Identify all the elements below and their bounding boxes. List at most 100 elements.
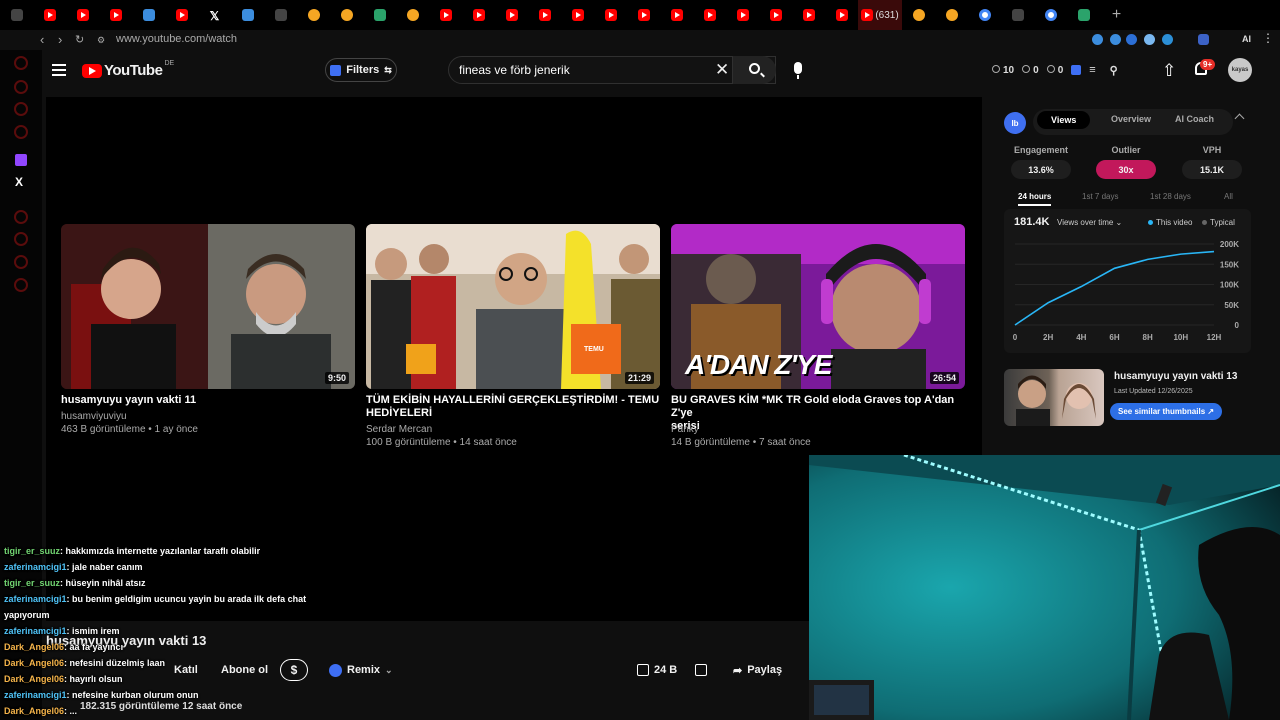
browser-tab[interactable] — [1001, 0, 1034, 30]
video-title[interactable]: TÜM EKİBİN HAYALLERİNİ GERÇEKLEŞTİRDİM! … — [366, 394, 660, 420]
like-button[interactable]: 24 B — [637, 659, 677, 681]
video-title[interactable]: BU GRAVES KİM *MK TR Gold eloda Graves t… — [671, 394, 965, 433]
counter-a[interactable]: 10 — [992, 64, 1014, 76]
browser-tab[interactable] — [165, 0, 198, 30]
video-thumbnail[interactable]: TEMU 21:29 — [366, 224, 660, 389]
share-button[interactable]: ➦ Paylaş — [733, 659, 782, 681]
browser-tab[interactable] — [297, 0, 330, 30]
join-button[interactable]: Katıl — [174, 659, 198, 681]
menu-icon[interactable] — [52, 64, 66, 76]
sidebar-app-icon[interactable] — [14, 255, 28, 269]
counter-c[interactable]: 0 — [1046, 64, 1063, 76]
browser-tab[interactable] — [1067, 0, 1100, 30]
browser-menu-icon[interactable]: ⋮ — [1262, 31, 1274, 45]
new-tab-button[interactable]: + — [1100, 0, 1133, 30]
url-text[interactable]: www.youtube.com/watch — [116, 33, 237, 45]
subscribe-button[interactable]: Abone ol — [221, 659, 268, 681]
video-thumbnail[interactable]: 9:50 — [61, 224, 355, 389]
range-7-days[interactable]: 1st 7 days — [1082, 192, 1118, 201]
search-button[interactable] — [732, 56, 776, 84]
tab-overview[interactable]: Overview — [1111, 114, 1151, 124]
browser-tab[interactable] — [264, 0, 297, 30]
browser-tab[interactable] — [759, 0, 792, 30]
super-thanks-button[interactable]: $ — [280, 659, 308, 681]
video-thumbnail[interactable]: A'DAN Z'YE 26:54 — [671, 224, 965, 389]
video-channel[interactable]: Serdar Mercan — [366, 424, 432, 435]
sidebar-app-icon[interactable] — [14, 80, 28, 94]
browser-tab[interactable]: (631) — [858, 0, 902, 30]
browser-tab[interactable] — [330, 0, 363, 30]
sidebar-app-icon[interactable] — [14, 278, 28, 292]
browser-tab[interactable] — [462, 0, 495, 30]
browser-tab[interactable] — [528, 0, 561, 30]
forward-icon[interactable]: › — [58, 32, 62, 47]
search-input[interactable] — [449, 57, 709, 83]
browser-tab[interactable] — [968, 0, 1001, 30]
site-info-icon[interactable]: ⚙ — [97, 35, 105, 46]
sidebar-app-icon[interactable] — [14, 102, 28, 116]
remix-button[interactable]: Remix ⌄ — [329, 659, 393, 681]
browser-tab[interactable] — [363, 0, 396, 30]
dislike-button[interactable] — [695, 659, 707, 681]
window-menu-icon[interactable] — [0, 0, 33, 30]
upload-icon[interactable]: ⇧ — [1162, 61, 1176, 81]
sidebar-app-icon[interactable] — [14, 210, 28, 224]
browser-tab[interactable] — [1034, 0, 1067, 30]
x-icon[interactable]: X — [15, 175, 23, 189]
browser-tab[interactable] — [693, 0, 726, 30]
extension-icon[interactable] — [1126, 34, 1137, 45]
browser-tab[interactable] — [429, 0, 462, 30]
extension-icon[interactable] — [1071, 65, 1082, 75]
twitch-icon[interactable] — [15, 154, 27, 166]
browser-tab[interactable] — [66, 0, 99, 30]
similar-thumbnail[interactable] — [1004, 369, 1104, 426]
tab-views[interactable]: Views — [1037, 111, 1091, 129]
browser-tab[interactable] — [660, 0, 693, 30]
browser-tab[interactable] — [627, 0, 660, 30]
browser-tab[interactable] — [99, 0, 132, 30]
browser-tab[interactable] — [825, 0, 858, 30]
range-28-days[interactable]: 1st 28 days — [1150, 192, 1191, 201]
browser-tab[interactable] — [594, 0, 627, 30]
browser-tab[interactable] — [726, 0, 759, 30]
back-icon[interactable]: ‹ — [40, 32, 44, 47]
video-title[interactable]: husamyuyu yayın vakti 11 — [61, 394, 355, 407]
browser-tab[interactable] — [495, 0, 528, 30]
similar-title[interactable]: husamyuyu yayın vakti 13 — [1114, 371, 1237, 382]
counter-b[interactable]: 0 — [1022, 64, 1039, 76]
tab-ai-coach[interactable]: AI Coach — [1175, 114, 1214, 124]
extension-icon[interactable] — [1092, 34, 1103, 45]
range-24-hours[interactable]: 24 hours — [1018, 192, 1052, 206]
youtube-logo[interactable]: YouTube DE — [82, 60, 174, 79]
reload-icon[interactable]: ↻ — [75, 33, 84, 46]
chart-mode-dropdown[interactable]: Views over time ⌄ — [1057, 218, 1122, 227]
profile-k-icon[interactable] — [1198, 34, 1209, 45]
bulb-icon[interactable]: ⚲ — [1110, 64, 1118, 77]
sidebar-app-icon[interactable] — [14, 56, 28, 70]
browser-tab[interactable] — [231, 0, 264, 30]
browser-tab[interactable] — [902, 0, 935, 30]
browser-tab[interactable] — [935, 0, 968, 30]
browser-tab[interactable]: 𝕏 — [198, 0, 231, 30]
range-all[interactable]: All — [1224, 192, 1233, 201]
see-similar-thumbnails-button[interactable]: See similar thumbnails ↗ — [1110, 403, 1223, 420]
filters-button[interactable]: Filters ⇆ — [325, 58, 397, 82]
extension-icon[interactable] — [1144, 34, 1155, 45]
browser-tab[interactable] — [561, 0, 594, 30]
collapse-icon[interactable] — [1234, 113, 1245, 124]
clear-search-icon[interactable]: ✕ — [715, 60, 729, 80]
avatar[interactable]: kayas — [1228, 58, 1252, 82]
similar-video-card[interactable]: husamyuyu yayın vakti 13 Last Updated 12… — [1004, 369, 1254, 429]
list-icon[interactable]: ≡ — [1089, 64, 1095, 76]
video-channel[interactable]: Panky — [671, 424, 699, 435]
sidebar-app-icon[interactable] — [14, 232, 28, 246]
sidebar-app-icon[interactable] — [14, 125, 28, 139]
browser-tab[interactable] — [396, 0, 429, 30]
extension-icon[interactable] — [1110, 34, 1121, 45]
browser-tab[interactable] — [132, 0, 165, 30]
browser-tab[interactable] — [33, 0, 66, 30]
voice-search-icon[interactable] — [794, 62, 802, 79]
extension-icon[interactable] — [1162, 34, 1173, 45]
ai-button[interactable]: AI — [1242, 34, 1251, 44]
browser-tab[interactable] — [792, 0, 825, 30]
